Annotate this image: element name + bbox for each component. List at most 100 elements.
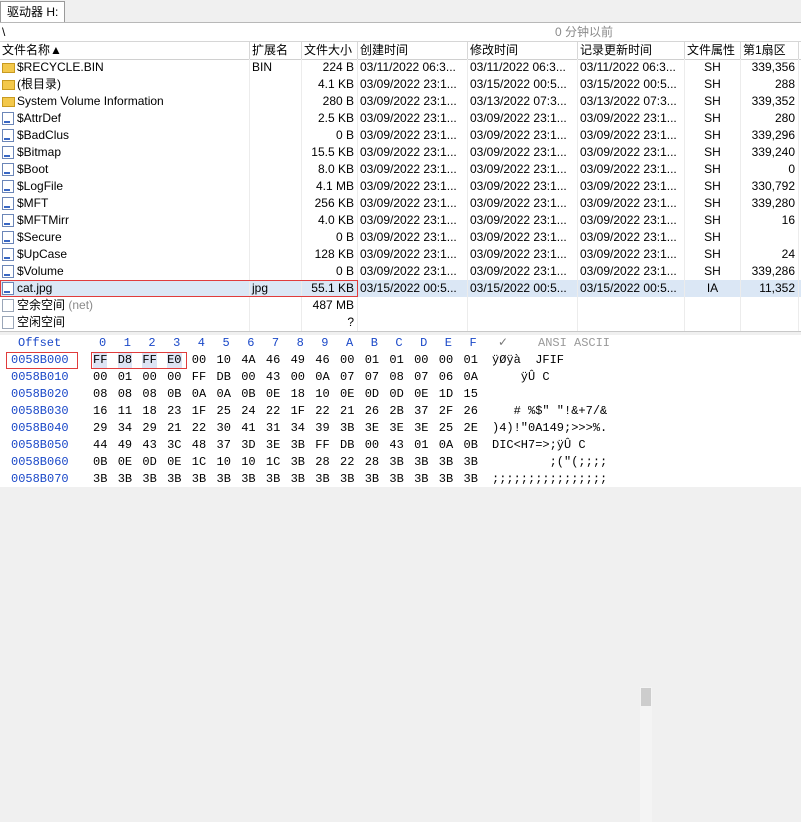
hex-byte[interactable]: 22	[340, 454, 354, 471]
ascii-text[interactable]: ÿØÿà JFIF	[492, 352, 564, 369]
hex-byte[interactable]: 3B	[439, 454, 453, 471]
ascii-text[interactable]: )4)!"0A149;>>>%.	[492, 420, 607, 437]
hex-byte[interactable]: 11	[118, 403, 132, 420]
hex-byte[interactable]: 2B	[389, 403, 403, 420]
hex-byte[interactable]: 3B	[217, 471, 231, 488]
hex-byte[interactable]: 3B	[93, 471, 107, 488]
hex-byte[interactable]: 44	[93, 437, 107, 454]
file-row[interactable]: $AttrDef 2.5 KB 03/09/2022 23:1... 03/09/20…	[0, 110, 801, 127]
file-row[interactable]: $MFTMirr 4.0 KB 03/09/2022 23:1... 03/09/20…	[0, 212, 801, 229]
hex-byte[interactable]: 21	[167, 420, 181, 437]
hex-byte[interactable]: 3E	[365, 420, 379, 437]
hex-byte[interactable]: 08	[118, 386, 132, 403]
file-row[interactable]: (根目录) 4.1 KB 03/09/2022 23:1... 03/15/2022 …	[0, 76, 801, 93]
file-row[interactable]: $RECYCLE.BIN BIN 224 B 03/11/2022 06:3... 03…	[0, 59, 801, 76]
ascii-toggle-icon[interactable]: ✓	[498, 335, 508, 352]
hex-byte[interactable]: 3B	[340, 471, 354, 488]
col-modified[interactable]: 修改时间	[468, 42, 578, 59]
hex-byte[interactable]: 07	[340, 369, 354, 386]
hex-byte[interactable]: 49	[291, 352, 305, 369]
hex-byte[interactable]: 41	[241, 420, 255, 437]
hex-byte[interactable]: 3B	[291, 454, 305, 471]
hex-byte[interactable]: 15	[464, 386, 478, 403]
hex-byte[interactable]: 3B	[389, 454, 403, 471]
hex-byte[interactable]: 0B	[93, 454, 107, 471]
hex-byte[interactable]: 0E	[118, 454, 132, 471]
hex-byte[interactable]: 46	[266, 352, 280, 369]
hex-byte[interactable]: 10	[217, 352, 231, 369]
hex-byte[interactable]: 10	[217, 454, 231, 471]
hex-byte[interactable]: 24	[241, 403, 255, 420]
hex-byte[interactable]: 0E	[266, 386, 280, 403]
file-row[interactable]: $BadClus 0 B 03/09/2022 23:1... 03/09/2022 …	[0, 127, 801, 144]
hex-byte[interactable]: 37	[217, 437, 231, 454]
ascii-text[interactable]: ÿÛ C	[492, 369, 550, 386]
hex-byte[interactable]: 08	[142, 386, 156, 403]
hex-byte[interactable]: 1C	[192, 454, 206, 471]
ascii-text[interactable]: ;;;;;;;;;;;;;;;;	[492, 471, 607, 488]
hex-byte[interactable]: 0E	[340, 386, 354, 403]
file-row[interactable]: 空余空间 (net) 487 MB	[0, 297, 801, 314]
hex-byte[interactable]: 01	[365, 352, 379, 369]
hex-byte[interactable]: 2E	[464, 420, 478, 437]
hex-byte[interactable]: 29	[93, 420, 107, 437]
hex-byte[interactable]: 08	[93, 386, 107, 403]
hex-byte[interactable]: 3B	[340, 420, 354, 437]
hex-byte[interactable]: 0E	[167, 454, 181, 471]
hex-byte[interactable]: 3B	[118, 471, 132, 488]
hex-byte[interactable]: 0D	[389, 386, 403, 403]
hex-byte[interactable]: 0A	[192, 386, 206, 403]
hex-byte[interactable]: 43	[266, 369, 280, 386]
hex-byte[interactable]: FF	[315, 437, 329, 454]
col-record-updated[interactable]: 记录更新时间	[578, 42, 685, 59]
file-row[interactable]: $UpCase 128 KB 03/09/2022 23:1... 03/09/202…	[0, 246, 801, 263]
hex-byte[interactable]: 07	[365, 369, 379, 386]
hex-byte[interactable]: 0D	[365, 386, 379, 403]
hex-byte[interactable]: 3B	[266, 471, 280, 488]
file-row[interactable]: $Boot 8.0 KB 03/09/2022 23:1... 03/09/2022 …	[0, 161, 801, 178]
hex-byte[interactable]: 22	[192, 420, 206, 437]
col-extension[interactable]: 扩展名	[250, 42, 302, 59]
hex-byte[interactable]: 00	[414, 352, 428, 369]
file-row[interactable]: $Volume 0 B 03/09/2022 23:1... 03/09/2022 2…	[0, 263, 801, 280]
hex-byte[interactable]: 30	[217, 420, 231, 437]
hex-byte[interactable]: 00	[192, 352, 206, 369]
hex-byte[interactable]: 0A	[464, 369, 478, 386]
hex-byte[interactable]: 18	[142, 403, 156, 420]
col-filename[interactable]: 文件名称▲	[0, 42, 250, 59]
hex-byte[interactable]: 43	[142, 437, 156, 454]
hex-byte[interactable]: 18	[291, 386, 305, 403]
hex-byte[interactable]: 3D	[241, 437, 255, 454]
hex-byte[interactable]: 3B	[192, 471, 206, 488]
hex-byte[interactable]: DB	[217, 369, 231, 386]
hex-byte[interactable]: 21	[340, 403, 354, 420]
hex-byte[interactable]: 3B	[414, 471, 428, 488]
hex-byte[interactable]: 00	[241, 369, 255, 386]
file-row[interactable]: $Bitmap 15.5 KB 03/09/2022 23:1... 03/09/20…	[0, 144, 801, 161]
hex-byte[interactable]: 3B	[291, 471, 305, 488]
hex-byte[interactable]: 1F	[192, 403, 206, 420]
hex-byte[interactable]: 48	[192, 437, 206, 454]
hex-byte[interactable]: 3B	[464, 471, 478, 488]
hex-byte[interactable]: 01	[464, 352, 478, 369]
hex-byte[interactable]: 4A	[241, 352, 255, 369]
file-row[interactable]: 空闲空间?	[0, 314, 801, 331]
hex-byte[interactable]: 0A	[315, 369, 329, 386]
hex-byte[interactable]: 43	[389, 437, 403, 454]
col-created[interactable]: 创建时间	[358, 42, 468, 59]
hex-byte[interactable]: 3B	[389, 471, 403, 488]
hex-byte[interactable]: 26	[365, 403, 379, 420]
hex-byte[interactable]: 00	[142, 369, 156, 386]
hex-byte[interactable]: 3B	[167, 471, 181, 488]
hex-byte[interactable]: 0B	[464, 437, 478, 454]
hex-byte[interactable]: 0B	[167, 386, 181, 403]
hex-byte[interactable]: 01	[389, 352, 403, 369]
hex-byte[interactable]: 31	[266, 420, 280, 437]
hex-byte[interactable]: 3B	[241, 471, 255, 488]
ascii-text[interactable]: DIC<H7=>;ÿÛ C	[492, 437, 586, 454]
file-row[interactable]: $Secure 0 B 03/09/2022 23:1... 03/09/2022 2…	[0, 229, 801, 246]
hex-byte[interactable]: 00	[340, 352, 354, 369]
hex-byte[interactable]: 23	[167, 403, 181, 420]
hex-byte[interactable]: 00	[439, 352, 453, 369]
hex-byte[interactable]: 3B	[291, 437, 305, 454]
